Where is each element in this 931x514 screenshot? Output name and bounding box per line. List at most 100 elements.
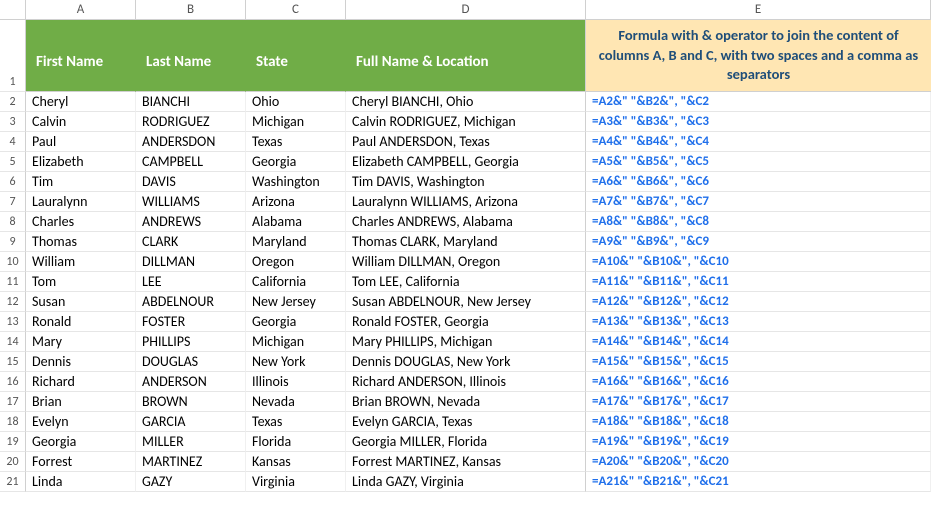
select-all-corner[interactable] — [0, 0, 26, 20]
cell-A19[interactable]: Georgia — [26, 432, 136, 452]
row-header-5[interactable]: 5 — [0, 152, 26, 172]
row-header-20[interactable]: 20 — [0, 452, 26, 472]
cell-B20[interactable]: MARTINEZ — [136, 452, 246, 472]
cell-D16[interactable]: Richard ANDERSON, Illinois — [346, 372, 586, 392]
cell-B6[interactable]: DAVIS — [136, 172, 246, 192]
col-header-d[interactable]: D — [346, 0, 586, 20]
cell-B19[interactable]: MILLER — [136, 432, 246, 452]
cell-E8[interactable]: =A8&" "&B8&", "&C8 — [586, 212, 931, 232]
cell-A14[interactable]: Mary — [26, 332, 136, 352]
cell-A17[interactable]: Brian — [26, 392, 136, 412]
cell-D15[interactable]: Dennis DOUGLAS, New York — [346, 352, 586, 372]
cell-D14[interactable]: Mary PHILLIPS, Michigan — [346, 332, 586, 352]
cell-B17[interactable]: BROWN — [136, 392, 246, 412]
cell-C3[interactable]: Michigan — [246, 112, 346, 132]
cell-D8[interactable]: Charles ANDREWS, Alabama — [346, 212, 586, 232]
cell-E17[interactable]: =A17&" "&B17&", "&C17 — [586, 392, 931, 412]
col-header-b[interactable]: B — [136, 0, 246, 20]
header-first-name[interactable]: First Name — [26, 20, 136, 92]
cell-B18[interactable]: GARCIA — [136, 412, 246, 432]
cell-D12[interactable]: Susan ABDELNOUR, New Jersey — [346, 292, 586, 312]
cell-B16[interactable]: ANDERSON — [136, 372, 246, 392]
cell-B8[interactable]: ANDREWS — [136, 212, 246, 232]
row-header-11[interactable]: 11 — [0, 272, 26, 292]
row-header-7[interactable]: 7 — [0, 192, 26, 212]
cell-D11[interactable]: Tom LEE, California — [346, 272, 586, 292]
cell-C6[interactable]: Washington — [246, 172, 346, 192]
row-header-13[interactable]: 13 — [0, 312, 26, 332]
cell-A2[interactable]: Cheryl — [26, 92, 136, 112]
cell-D20[interactable]: Forrest MARTINEZ, Kansas — [346, 452, 586, 472]
cell-C14[interactable]: Michigan — [246, 332, 346, 352]
row-header-18[interactable]: 18 — [0, 412, 26, 432]
cell-C17[interactable]: Nevada — [246, 392, 346, 412]
cell-B14[interactable]: PHILLIPS — [136, 332, 246, 352]
cell-E20[interactable]: =A20&" "&B20&", "&C20 — [586, 452, 931, 472]
cell-B7[interactable]: WILLIAMS — [136, 192, 246, 212]
cell-D19[interactable]: Georgia MILLER, Florida — [346, 432, 586, 452]
cell-E11[interactable]: =A11&" "&B11&", "&C11 — [586, 272, 931, 292]
row-header-17[interactable]: 17 — [0, 392, 26, 412]
cell-A4[interactable]: Paul — [26, 132, 136, 152]
cell-C10[interactable]: Oregon — [246, 252, 346, 272]
cell-A5[interactable]: Elizabeth — [26, 152, 136, 172]
cell-E7[interactable]: =A7&" "&B7&", "&C7 — [586, 192, 931, 212]
cell-A16[interactable]: Richard — [26, 372, 136, 392]
cell-B2[interactable]: BIANCHI — [136, 92, 246, 112]
col-header-c[interactable]: C — [246, 0, 346, 20]
row-header-1[interactable]: 1 — [0, 20, 26, 92]
cell-A6[interactable]: Tim — [26, 172, 136, 192]
row-header-10[interactable]: 10 — [0, 252, 26, 272]
cell-B12[interactable]: ABDELNOUR — [136, 292, 246, 312]
header-last-name[interactable]: Last Name — [136, 20, 246, 92]
cell-E19[interactable]: =A19&" "&B19&", "&C19 — [586, 432, 931, 452]
row-header-4[interactable]: 4 — [0, 132, 26, 152]
header-state[interactable]: State — [246, 20, 346, 92]
cell-C2[interactable]: Ohio — [246, 92, 346, 112]
cell-A13[interactable]: Ronald — [26, 312, 136, 332]
row-header-12[interactable]: 12 — [0, 292, 26, 312]
row-header-8[interactable]: 8 — [0, 212, 26, 232]
cell-B21[interactable]: GAZY — [136, 472, 246, 492]
cell-A10[interactable]: William — [26, 252, 136, 272]
cell-B9[interactable]: CLARK — [136, 232, 246, 252]
cell-C16[interactable]: Illinois — [246, 372, 346, 392]
row-header-14[interactable]: 14 — [0, 332, 26, 352]
cell-E10[interactable]: =A10&" "&B10&", "&C10 — [586, 252, 931, 272]
cell-C19[interactable]: Florida — [246, 432, 346, 452]
cell-C4[interactable]: Texas — [246, 132, 346, 152]
cell-B10[interactable]: DILLMAN — [136, 252, 246, 272]
cell-E2[interactable]: =A2&" "&B2&", "&C2 — [586, 92, 931, 112]
cell-A12[interactable]: Susan — [26, 292, 136, 312]
cell-C8[interactable]: Alabama — [246, 212, 346, 232]
cell-D3[interactable]: Calvin RODRIGUEZ, Michigan — [346, 112, 586, 132]
cell-E14[interactable]: =A14&" "&B14&", "&C14 — [586, 332, 931, 352]
cell-B13[interactable]: FOSTER — [136, 312, 246, 332]
cell-B5[interactable]: CAMPBELL — [136, 152, 246, 172]
col-header-a[interactable]: A — [26, 0, 136, 20]
cell-D17[interactable]: Brian BROWN, Nevada — [346, 392, 586, 412]
spreadsheet-grid[interactable]: A B C D E 1 First Name Last Name State F… — [0, 0, 931, 492]
cell-D13[interactable]: Ronald FOSTER, Georgia — [346, 312, 586, 332]
cell-E16[interactable]: =A16&" "&B16&", "&C16 — [586, 372, 931, 392]
cell-E6[interactable]: =A6&" "&B6&", "&C6 — [586, 172, 931, 192]
cell-D5[interactable]: Elizabeth CAMPBELL, Georgia — [346, 152, 586, 172]
cell-B15[interactable]: DOUGLAS — [136, 352, 246, 372]
cell-E21[interactable]: =A21&" "&B21&", "&C21 — [586, 472, 931, 492]
cell-E5[interactable]: =A5&" "&B5&", "&C5 — [586, 152, 931, 172]
cell-D7[interactable]: Lauralynn WILLIAMS, Arizona — [346, 192, 586, 212]
cell-D4[interactable]: Paul ANDERSDON, Texas — [346, 132, 586, 152]
row-header-19[interactable]: 19 — [0, 432, 26, 452]
cell-D6[interactable]: Tim DAVIS, Washington — [346, 172, 586, 192]
cell-C13[interactable]: Georgia — [246, 312, 346, 332]
cell-C9[interactable]: Maryland — [246, 232, 346, 252]
cell-A7[interactable]: Lauralynn — [26, 192, 136, 212]
col-header-e[interactable]: E — [586, 0, 931, 20]
cell-E9[interactable]: =A9&" "&B9&", "&C9 — [586, 232, 931, 252]
cell-D2[interactable]: Cheryl BIANCHI, Ohio — [346, 92, 586, 112]
cell-A8[interactable]: Charles — [26, 212, 136, 232]
cell-C5[interactable]: Georgia — [246, 152, 346, 172]
cell-A15[interactable]: Dennis — [26, 352, 136, 372]
cell-C18[interactable]: Texas — [246, 412, 346, 432]
cell-E4[interactable]: =A4&" "&B4&", "&C4 — [586, 132, 931, 152]
